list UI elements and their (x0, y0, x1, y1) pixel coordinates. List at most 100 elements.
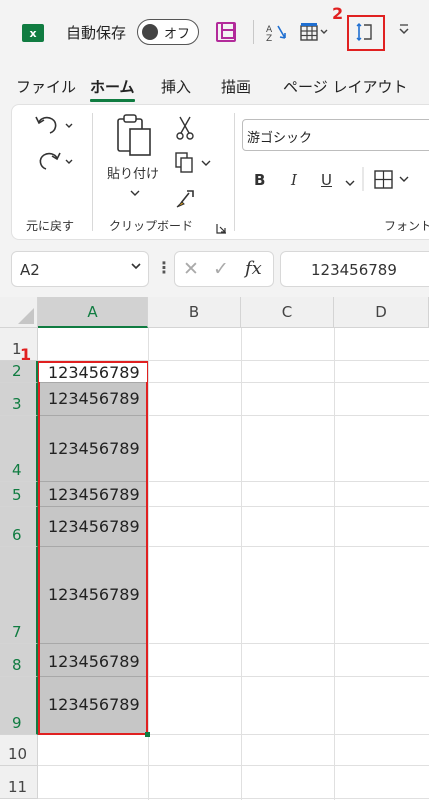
step-badge-2: 2 (332, 4, 344, 23)
row-header-3[interactable]: 3 (0, 383, 38, 416)
column-header-b[interactable]: B (148, 297, 241, 328)
ribbon-tabs: ファイル ホーム 挿入 描画 ページ レイアウト (0, 68, 429, 102)
cell-a3[interactable]: 123456789 (39, 389, 147, 408)
ribbon-separator (234, 113, 235, 231)
bold-button[interactable]: B (254, 171, 265, 189)
cell-a7[interactable]: 123456789 (39, 585, 147, 604)
row-number: 3 (12, 395, 22, 413)
row-header-9[interactable]: 9 (0, 677, 38, 735)
cell-a2[interactable]: 123456789 (39, 363, 147, 382)
cell-a8[interactable]: 123456789 (39, 652, 147, 671)
row-header-7[interactable]: 7 (0, 547, 38, 644)
select-all-corner[interactable] (0, 297, 38, 328)
ribbon-panel: 元に戻す 貼り付け クリップボード 游ゴシック B I U フォント (11, 104, 429, 240)
ribbon-separator (362, 167, 364, 195)
autosave-label: 自動保存 (66, 24, 127, 42)
undo-icon[interactable] (32, 111, 76, 143)
worksheet-grid: A B C D 1 2 3 4 5 6 7 8 9 10 11 12345678… (0, 297, 429, 800)
row-header-2[interactable]: 2 (0, 361, 38, 383)
cancel-icon[interactable]: ✕ (183, 258, 199, 280)
svg-text:Z: Z (266, 34, 272, 42)
gridline (334, 328, 335, 800)
column-header-c[interactable]: C (241, 297, 334, 328)
column-header-d[interactable]: D (334, 297, 429, 328)
paste-icon[interactable] (116, 113, 152, 161)
toggle-knob (142, 23, 158, 40)
row-number: 8 (12, 656, 22, 674)
format-painter-icon[interactable] (175, 187, 197, 213)
cell-border (40, 676, 146, 677)
clipboard-group-label: クリップボード (109, 219, 194, 233)
row-header-10[interactable]: 10 (0, 735, 38, 766)
gridline (241, 328, 242, 800)
row-number: 2 (12, 362, 22, 380)
excel-logo-icon: x (22, 24, 44, 42)
cut-icon[interactable] (175, 115, 195, 145)
formula-input[interactable]: 123456789 (280, 251, 429, 287)
freeze-panes-icon[interactable] (300, 22, 330, 47)
row-number: 5 (12, 486, 22, 504)
tab-insert[interactable]: 挿入 (161, 76, 191, 97)
formula-buttons: ✕ ✓ fx (174, 251, 274, 287)
row-header-6[interactable]: 6 (0, 507, 38, 547)
font-name-field[interactable]: 游ゴシック (242, 119, 429, 151)
cell-a6[interactable]: 123456789 (39, 517, 147, 536)
row-number: 11 (8, 778, 28, 796)
formula-bar-grip-icon[interactable]: ⋮ (156, 258, 172, 277)
customize-toolbar-chevron-icon[interactable] (398, 20, 410, 40)
sort-icon[interactable]: AZ (266, 22, 288, 47)
tab-file[interactable]: ファイル (16, 76, 76, 97)
copy-icon[interactable] (174, 151, 214, 179)
cell-a5[interactable]: 123456789 (39, 485, 147, 504)
toggle-label: オフ (164, 27, 191, 42)
toolbar-separator (253, 20, 254, 44)
underline-dropdown-chevron-icon[interactable] (344, 173, 356, 192)
enter-icon[interactable]: ✓ (213, 258, 229, 280)
cell-border (40, 481, 146, 482)
borders-icon[interactable] (374, 170, 414, 194)
paste-label[interactable]: 貼り付け (107, 163, 159, 182)
row-header-8[interactable]: 8 (0, 644, 38, 677)
row-header-1[interactable]: 1 (0, 328, 38, 361)
cell-border (40, 643, 146, 644)
underline-button[interactable]: U (321, 171, 332, 189)
tab-page-layout[interactable]: ページ レイアウト (283, 76, 407, 97)
dialog-launcher-icon[interactable] (216, 219, 227, 238)
row-number: 7 (12, 623, 22, 641)
italic-button[interactable]: I (291, 171, 297, 189)
row-number: 4 (12, 461, 22, 479)
selected-range[interactable] (38, 361, 148, 735)
paste-dropdown-chevron-icon[interactable] (129, 183, 141, 202)
row-header-11[interactable]: 11 (0, 766, 38, 799)
name-box-chevron-icon[interactable] (130, 260, 142, 276)
name-box[interactable]: A2 (11, 251, 149, 287)
name-box-value: A2 (20, 261, 40, 279)
tab-home[interactable]: ホーム (90, 76, 135, 102)
gridline (38, 765, 429, 766)
cell-a4[interactable]: 123456789 (39, 439, 147, 458)
cell-border (40, 415, 146, 416)
gridline (148, 328, 149, 800)
column-header-a[interactable]: A (38, 297, 148, 328)
save-icon[interactable] (216, 22, 236, 42)
row-number: 6 (12, 526, 22, 544)
undo-group-label: 元に戻す (26, 219, 75, 233)
redo-icon[interactable] (32, 147, 76, 179)
font-group-label: フォント (384, 219, 429, 233)
gridline (38, 798, 429, 799)
row-height-icon[interactable] (356, 22, 374, 42)
cell-border (40, 546, 146, 547)
formula-value: 123456789 (311, 261, 397, 279)
ribbon-separator (92, 113, 93, 231)
row-header-4[interactable]: 4 (0, 416, 38, 482)
cell-border (40, 382, 146, 383)
row-number: 10 (8, 745, 28, 763)
autosave-toggle[interactable]: オフ (137, 19, 199, 45)
tab-draw[interactable]: 描画 (221, 76, 251, 97)
row-header-5[interactable]: 5 (0, 482, 38, 507)
fill-handle[interactable] (145, 732, 150, 737)
insert-function-icon[interactable]: fx (245, 258, 262, 279)
cell-a9[interactable]: 123456789 (39, 695, 147, 714)
row-number: 9 (12, 714, 22, 732)
step-badge-1: 1 (20, 345, 32, 364)
